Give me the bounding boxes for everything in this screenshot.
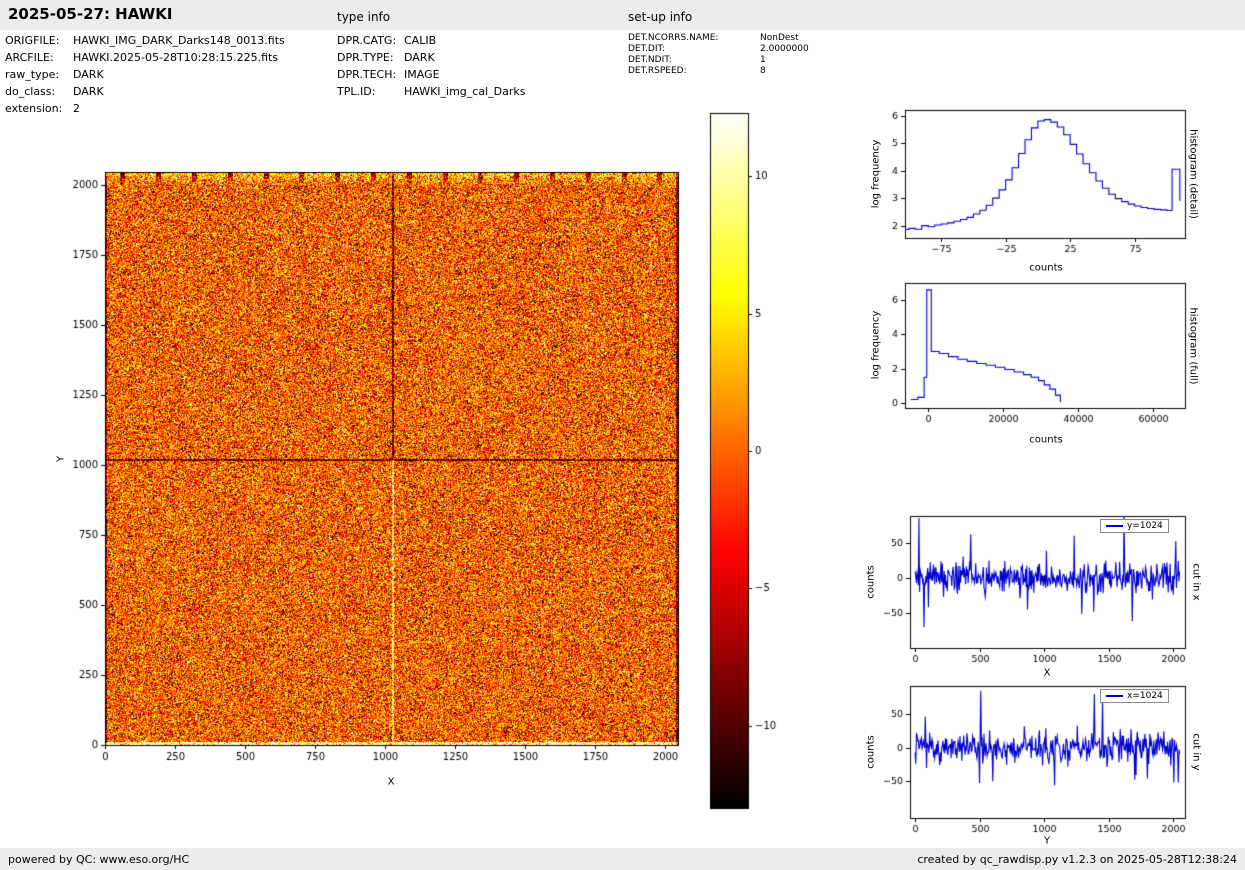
meta-label: DET.NDIT:: [628, 55, 672, 65]
meta-value: CALIB: [404, 34, 437, 47]
footer-right-text: created by qc_rawdisp.py v1.2.3 on 2025-…: [917, 852, 1237, 866]
hist-detail-yaxis-label: log frequency: [870, 139, 882, 209]
cut-in-x-plot: [910, 516, 1185, 648]
meta-value: IMAGE: [404, 68, 440, 81]
hist-detail-right-label: histogram (detail): [1187, 129, 1199, 219]
histogram-full-plot: [905, 283, 1185, 408]
setup-info-heading: set-up info: [628, 10, 693, 24]
meta-row: DPR.TYPE: DARK: [337, 51, 525, 68]
meta-label: do_class:: [5, 85, 56, 98]
main-yaxis-label: Y: [55, 455, 67, 463]
hist-full-xaxis-label: counts: [1029, 434, 1063, 446]
meta-row: DET.RSPEED: 8: [628, 66, 809, 77]
main-xaxis-label: X: [387, 776, 395, 788]
meta-label: extension:: [5, 102, 63, 115]
meta-row: DPR.TECH: IMAGE: [337, 68, 525, 85]
qc-report-page: 2025-05-27: HAWKI type info set-up info …: [0, 0, 1245, 870]
footer-bar: powered by QC: www.eso.org/HC created by…: [0, 848, 1245, 870]
cut-x-right-label: cut in x: [1190, 563, 1202, 601]
meta-value: DARK: [73, 68, 104, 81]
meta-value: 2: [73, 102, 80, 115]
cut-y-legend: x=1024: [1100, 689, 1169, 703]
cut-x-legend-label: y=1024: [1127, 521, 1163, 531]
meta-label: ORIGFILE:: [5, 34, 60, 47]
meta-label: DET.RSPEED:: [628, 66, 687, 76]
meta-row: DPR.CATG: CALIB: [337, 34, 525, 51]
meta-value: HAWKI_IMG_DARK_Darks148_0013.fits: [73, 34, 285, 47]
legend-line-swatch: [1106, 695, 1123, 697]
meta-label: DET.NCORRS.NAME:: [628, 33, 719, 43]
cut-x-yaxis-label: counts: [865, 565, 877, 599]
page-title: 2025-05-27: HAWKI: [8, 5, 173, 23]
meta-label: DPR.TECH:: [337, 68, 397, 81]
footer-left-text: powered by QC: www.eso.org/HC: [8, 852, 190, 866]
meta-value: 2.0000000: [760, 44, 809, 54]
hist-detail-xaxis-label: counts: [1029, 262, 1063, 274]
type-info-block: DPR.CATG: CALIB DPR.TYPE: DARK DPR.TECH:…: [337, 34, 525, 102]
hist-full-yaxis-label: log frequency: [870, 310, 882, 380]
meta-value: DARK: [73, 85, 104, 98]
meta-label: TPL.ID:: [337, 85, 376, 98]
meta-value: 1: [760, 55, 766, 65]
cut-y-legend-label: x=1024: [1127, 691, 1163, 701]
meta-label: DPR.TYPE:: [337, 51, 394, 64]
cut-x-legend: y=1024: [1100, 519, 1169, 533]
meta-row: raw_type: DARK: [5, 68, 285, 85]
meta-label: raw_type:: [5, 68, 60, 81]
meta-row: extension: 2: [5, 102, 285, 119]
cut-y-right-label: cut in y: [1190, 733, 1202, 771]
cut-y-yaxis-label: counts: [865, 735, 877, 769]
cut-y-xaxis-label: Y: [1043, 835, 1051, 847]
meta-row: DET.DIT: 2.0000000: [628, 44, 809, 55]
setup-info-block: DET.NCORRS.NAME: NonDest DET.DIT: 2.0000…: [628, 33, 809, 77]
meta-row: do_class: DARK: [5, 85, 285, 102]
meta-row: DET.NCORRS.NAME: NonDest: [628, 33, 809, 44]
meta-row: DET.NDIT: 1: [628, 55, 809, 66]
file-info-block: ORIGFILE: HAWKI_IMG_DARK_Darks148_0013.f…: [5, 34, 285, 119]
meta-row: TPL.ID: HAWKI_img_cal_Darks: [337, 85, 525, 102]
meta-value: HAWKI_img_cal_Darks: [404, 85, 526, 98]
type-info-heading: type info: [337, 10, 391, 24]
main-image-plot: [105, 172, 678, 745]
meta-value: NonDest: [760, 33, 799, 43]
meta-label: DPR.CATG:: [337, 34, 397, 47]
header-bar: 2025-05-27: HAWKI type info set-up info: [0, 0, 1245, 30]
meta-row: ARCFILE: HAWKI.2025-05-28T10:28:15.225.f…: [5, 51, 285, 68]
meta-value: HAWKI.2025-05-28T10:28:15.225.fits: [73, 51, 279, 64]
meta-value: DARK: [404, 51, 435, 64]
legend-line-swatch: [1106, 525, 1123, 527]
cut-x-xaxis-label: X: [1043, 667, 1051, 679]
histogram-detail-plot: [905, 110, 1185, 238]
colorbar: [710, 113, 748, 808]
meta-label: ARCFILE:: [5, 51, 54, 64]
meta-value: 8: [760, 66, 766, 76]
cut-in-y-plot: [910, 686, 1185, 818]
meta-row: ORIGFILE: HAWKI_IMG_DARK_Darks148_0013.f…: [5, 34, 285, 51]
hist-full-right-label: histogram (full): [1187, 307, 1199, 385]
meta-label: DET.DIT:: [628, 44, 666, 54]
